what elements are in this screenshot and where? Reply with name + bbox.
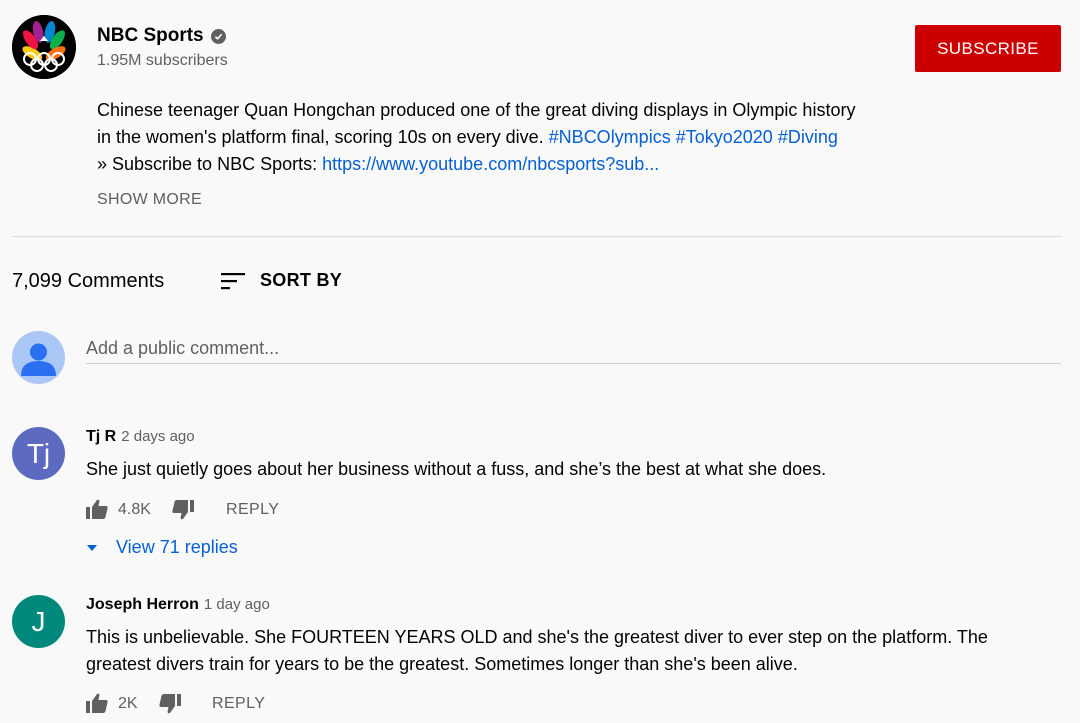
subscriber-count: 1.95M subscribers [97,52,228,69]
like-count: 2K [118,695,138,712]
description-line-1: Chinese teenager Quan Hongchan produced … [97,100,856,120]
comment-text: This is unbelievable. She FOURTEEN YEARS… [86,624,1066,678]
nbc-peacock-logo-icon [12,15,76,79]
description-line-2-text: in the women's platform final, scoring 1… [97,127,544,147]
view-replies-button[interactable]: View 71 replies [86,537,238,558]
add-comment-input[interactable] [86,333,1061,364]
subscribe-link[interactable]: https://www.youtube.com/nbcsports?sub... [322,154,659,174]
sort-icon[interactable] [221,271,245,291]
comment-text-line-2: greatest divers train for years to be th… [86,654,798,674]
subscribe-button[interactable]: SUBSCRIBE [915,25,1061,72]
commenter-avatar[interactable]: J [12,595,65,648]
thumbs-down-icon[interactable] [159,694,181,714]
comment-author[interactable]: Tj R [86,428,116,445]
thumbs-down-icon[interactable] [172,500,194,520]
reply-button[interactable]: REPLY [226,501,279,519]
sort-by-button[interactable]: SORT BY [260,270,342,291]
divider [12,236,1062,237]
hashtag-link[interactable]: #NBCOlympics [549,127,671,147]
like-count: 4.8K [118,501,151,518]
comment-header: Tj R 2 days ago [86,428,195,446]
comment-count: 7,099 Comments [12,270,165,292]
comment-text-line-1: This is unbelievable. She FOURTEEN YEARS… [86,627,988,647]
video-description: Chinese teenager Quan Hongchan produced … [97,97,937,178]
hashtag-link[interactable]: #Tokyo2020 [676,127,773,147]
channel-logo[interactable] [12,15,76,79]
comment-text: She just quietly goes about her business… [86,459,827,479]
comment-time[interactable]: 1 day ago [204,596,270,613]
description-line-2: in the women's platform final, scoring 1… [97,124,937,151]
comment-author[interactable]: Joseph Herron [86,596,199,613]
comment-time[interactable]: 2 days ago [121,428,194,445]
channel-name-row[interactable]: NBC Sports [97,25,226,47]
thumbs-up-icon[interactable] [86,499,108,519]
reply-button[interactable]: REPLY [212,695,265,713]
channel-name[interactable]: NBC Sports [97,25,204,47]
description-line-3: » Subscribe to NBC Sports: https://www.y… [97,151,937,178]
thumbs-up-icon[interactable] [86,693,108,713]
hashtag-link[interactable]: #Diving [778,127,838,147]
view-replies-label: View 71 replies [116,537,238,557]
commenter-avatar[interactable]: Tj [12,427,65,480]
default-user-icon [21,343,56,376]
verified-checkmark-icon [210,28,226,44]
comment-header: Joseph Herron 1 day ago [86,596,270,614]
caret-down-icon [87,544,97,551]
show-more-button[interactable]: SHOW MORE [97,191,202,209]
subscribe-prompt: » Subscribe to NBC Sports: [97,154,323,174]
user-avatar [12,331,65,384]
